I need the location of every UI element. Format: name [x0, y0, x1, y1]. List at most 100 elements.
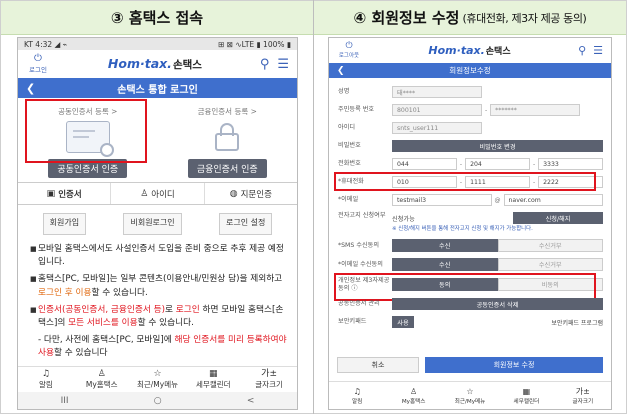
- einvoice-toggle-button[interactable]: 신청/해지: [513, 212, 603, 224]
- form-row-id: 아이디 snts_user111: [338, 122, 603, 134]
- nav-alerts[interactable]: ♫ 알림: [329, 382, 385, 409]
- bottom-nav: ♫ 알림 ♙ My홈택스 ☆ 최근/My메뉴 ▦ 세무캘린더 가± 글자크기: [329, 381, 611, 409]
- home-icon[interactable]: ○: [154, 396, 162, 406]
- search-icon[interactable]: ⚲: [260, 57, 270, 72]
- tab-id[interactable]: ♙ 아이디: [111, 183, 205, 204]
- phone-field-1[interactable]: 044: [392, 158, 457, 170]
- financial-cert-auth-button[interactable]: 금융인증서 인증: [187, 159, 267, 178]
- phone-field-2[interactable]: 204: [465, 158, 530, 170]
- email-id-field[interactable]: testmail3: [392, 194, 492, 206]
- login-button[interactable]: ⏻ 로그인: [26, 53, 50, 75]
- font-size-icon: 가±: [575, 386, 590, 396]
- logout-label: 로그아웃: [338, 53, 360, 59]
- user-icon: ♙: [97, 369, 106, 379]
- user-icon: ♙: [410, 386, 418, 396]
- form-row-rrn: 주민등록 번호 800101 - *******: [338, 104, 603, 116]
- form-row-cert-manage: 공동인증서 관리 공동인증서 삭제: [338, 298, 603, 310]
- email-domain-field[interactable]: naver.com: [503, 194, 603, 206]
- hometax-logo[interactable]: Hom·tax.손택스: [361, 44, 578, 57]
- tab-label: 지문인증: [240, 189, 272, 200]
- einvoice-note: ※ 신청/해지 버튼을 통해 전자고지 신청 및 해지가 가능합니다.: [392, 226, 533, 232]
- einvoice-status: 신청가능: [392, 215, 415, 223]
- tab-fingerprint[interactable]: ◍ 지문인증: [205, 183, 297, 204]
- financial-cert-option: 금융인증서 등록 > 금융인증서 인증: [158, 106, 298, 182]
- nav-recent-menu[interactable]: ☆ 최근/My메뉴: [130, 367, 186, 392]
- form-row-sms: *SMS 수신동의 수신 수신거부: [338, 239, 603, 252]
- right-panel-header: ④ 회원정보 수정 (휴대전화, 제3자 제공 동의): [314, 1, 626, 35]
- tab-certificate[interactable]: ▣ 인증서: [18, 183, 112, 204]
- guest-login-button[interactable]: 비회원로그인: [123, 213, 182, 235]
- back-arrow-icon[interactable]: ❮: [26, 82, 44, 95]
- app-header: ⏻ 로그아웃 Hom·tax.손택스 ⚲ ☰: [329, 38, 611, 63]
- delete-cert-button[interactable]: 공동인증서 삭제: [392, 298, 603, 310]
- form-row-phone: 전화번호 044- 204- 3333: [338, 158, 604, 170]
- nav-tax-calendar[interactable]: ▦ 세무캘린더: [185, 367, 241, 392]
- star-icon: ☆: [153, 369, 162, 379]
- logo-sub: 손택스: [172, 59, 202, 71]
- form-row-keypad: 보안키패드 사용 보안키패드 프로그램: [338, 316, 603, 328]
- login-settings-button[interactable]: 로그인 설정: [218, 213, 273, 235]
- status-bar: KT 4:32 ◢ ⌁ ⊞ ⊠ ∿LTE ▮ 100% ▮: [18, 38, 297, 50]
- lock-icon: [205, 121, 249, 153]
- notice-item: ■ 홈택스[PC, 모바일]는 일부 콘텐츠(이용안내/민원상 담)을 제외하고 …: [30, 274, 283, 298]
- menu-icon[interactable]: ☰: [593, 44, 603, 57]
- sms-reject-option[interactable]: 수신거부: [497, 239, 603, 252]
- search-icon[interactable]: ⚲: [578, 44, 586, 57]
- left-panel-header: ③ 홈택스 접속: [1, 1, 313, 35]
- back-arrow-icon[interactable]: ❮: [337, 66, 351, 76]
- notice-item: - 다만, 사전에 홈택스[PC, 모바일]에 해당 인증서를 미리 등록하여야…: [38, 335, 287, 359]
- sms-consent-toggle: 수신 수신거부: [392, 239, 603, 252]
- nav-recent-menu[interactable]: ☆ 최근/My메뉴: [442, 382, 498, 409]
- form-row-email-consent: *이메일 수신동의 수신 수신거부: [338, 258, 603, 271]
- fingerprint-icon: ◍: [229, 188, 238, 199]
- hometax-logo[interactable]: Hom·tax.손택스: [50, 56, 260, 72]
- font-size-icon: 가±: [261, 369, 277, 379]
- right-panel-subtitle: (휴대전화, 제3자 제공 동의): [462, 11, 587, 25]
- notice-item: ■ 인증서(공동인증서, 금융인증서 등)로 로그인 하면 모바일 홈택스[손택스…: [30, 304, 284, 329]
- nav-tax-calendar[interactable]: ▦ 세무캘린더: [498, 382, 554, 409]
- form-row-third-party-consent: 개인정보 제3자제공 동의 ⓘ 동의 비동의: [334, 273, 603, 301]
- power-icon: ⏻: [345, 41, 353, 51]
- name-field: 태****: [392, 86, 482, 98]
- nav-font-size[interactable]: 가± 글자크기: [241, 367, 297, 392]
- highlight-box-consent: [334, 273, 596, 301]
- email-accept-option[interactable]: 수신: [392, 258, 498, 271]
- form-row-einvoice: 전자고지 신청여부 신청가능 신청/해지 ※ 신청/해지 버튼을 통해 전자고지…: [338, 212, 603, 233]
- sms-accept-option[interactable]: 수신: [392, 239, 498, 252]
- bottom-nav: ♫ 알림 ♙ My홈택스 ☆ 최근/My메뉴 ▦ 세무캘린더 가± 글자크기: [18, 366, 297, 392]
- secure-keypad-toggle[interactable]: 사용: [392, 316, 414, 328]
- logout-button[interactable]: ⏻ 로그아웃: [337, 41, 361, 60]
- login-options: 회원가입 비회원로그인 로그인 설정: [18, 205, 297, 235]
- email-reject-option[interactable]: 수신거부: [497, 258, 603, 271]
- financial-cert-register-link[interactable]: 금융인증서 등록 >: [198, 106, 257, 117]
- cancel-button[interactable]: 취소: [337, 357, 419, 373]
- calendar-icon: ▦: [209, 369, 218, 379]
- form-actions: 취소 회원정보 수정: [329, 357, 611, 373]
- form-row-mobile: *휴대전화 010- 1111- 2222: [334, 172, 604, 191]
- tab-label: 아이디: [151, 189, 175, 200]
- logo-main: Hom·tax.: [428, 44, 485, 57]
- nav-font-size[interactable]: 가± 글자크기: [555, 382, 611, 409]
- nav-my-hometax[interactable]: ♙ My홈택스: [385, 382, 441, 409]
- nav-alerts[interactable]: ♫ 알림: [18, 367, 74, 392]
- recent-apps-icon[interactable]: III: [61, 396, 69, 406]
- back-icon[interactable]: <: [247, 396, 255, 406]
- email-consent-toggle: 수신 수신거부: [392, 258, 603, 271]
- power-icon: ⏻: [34, 53, 42, 64]
- nav-my-hometax[interactable]: ♙ My홈택스: [74, 367, 130, 392]
- notice-text: ■ 모바일 홈택스에서도 사설인증서 도입을 준비 중으로 추후 제공 예정입니다…: [18, 235, 297, 361]
- change-password-button[interactable]: 비밀번호 변경: [392, 140, 603, 152]
- id-field: snts_user111: [392, 122, 482, 134]
- title-bar: ❮ 회원정보수정: [329, 63, 611, 78]
- phone-field-3[interactable]: 3333: [538, 158, 604, 170]
- form-row-email: *이메일 testmail3 @ naver.com: [338, 194, 603, 206]
- title-bar: ❮ 손택스 통합 로그인: [18, 78, 297, 98]
- menu-icon[interactable]: ☰: [277, 57, 289, 72]
- rrn-front-field: 800101: [392, 104, 482, 116]
- login-label: 로그인: [29, 66, 47, 74]
- tab-label: 인증서: [58, 189, 82, 200]
- submit-button[interactable]: 회원정보 수정: [425, 357, 603, 373]
- status-bar-right: ⊞ ⊠ ∿LTE ▮ 100% ▮: [218, 39, 291, 49]
- secure-keypad-link[interactable]: 보안키패드 프로그램: [417, 318, 603, 327]
- signup-button[interactable]: 회원가입: [42, 213, 87, 235]
